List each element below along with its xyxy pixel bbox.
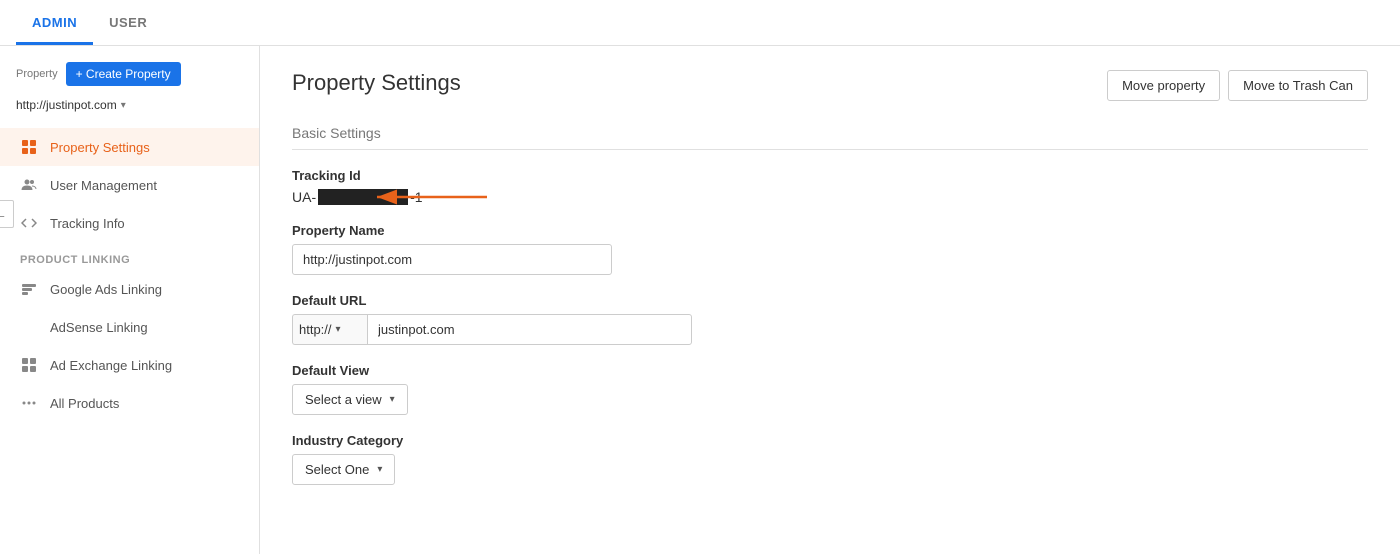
grid-icon (20, 138, 38, 156)
sidebar-item-adsense-linking[interactable]: AdSense Linking (0, 308, 259, 346)
tracking-id-label: Tracking Id (292, 168, 1368, 183)
page-title: Property Settings (292, 70, 461, 96)
top-navigation: ADMIN USER (0, 0, 1400, 46)
adsense-icon (20, 318, 38, 336)
property-settings-label: Property Settings (50, 140, 150, 155)
sidebar-item-google-ads-linking[interactable]: Google Ads Linking (0, 270, 259, 308)
back-button[interactable]: ← (0, 200, 14, 228)
arrow-annotation (367, 182, 497, 212)
sidebar-property-header: Property + Create Property (0, 54, 259, 94)
sidebar-item-tracking-info[interactable]: Tracking Info (0, 204, 259, 242)
property-dropdown-arrow-icon: ▾ (121, 100, 126, 111)
google-ads-linking-label: Google Ads Linking (50, 282, 162, 297)
default-url-group: http:// ▾ (292, 314, 692, 345)
product-linking-section-label: PRODUCT LINKING (0, 242, 259, 270)
industry-category-select-text: Select One (305, 462, 369, 477)
all-products-label: All Products (50, 396, 119, 411)
back-arrow-icon: ← (0, 206, 7, 222)
tracking-info-label: Tracking Info (50, 216, 125, 231)
move-property-button[interactable]: Move property (1107, 70, 1220, 101)
content-header: Property Settings Move property Move to … (292, 70, 1368, 101)
url-protocol-select[interactable]: http:// ▾ (292, 314, 367, 345)
url-protocol-arrow-icon: ▾ (336, 324, 341, 335)
url-protocol-text: http:// (299, 322, 332, 337)
default-view-label: Default View (292, 363, 1368, 378)
default-view-arrow-icon: ▾ (390, 394, 395, 405)
sidebar-item-ad-exchange-linking[interactable]: Ad Exchange Linking (0, 346, 259, 384)
tracking-id-row: UA- -1 (292, 189, 1368, 205)
create-property-button[interactable]: + Create Property (66, 62, 181, 86)
users-icon (20, 176, 38, 194)
main-content: Property Settings Move property Move to … (260, 46, 1400, 554)
exchange-icon (20, 356, 38, 374)
sidebar-item-property-settings[interactable]: Property Settings (0, 128, 259, 166)
property-name-label: Property Name (292, 223, 1368, 238)
url-domain-input[interactable] (367, 314, 692, 345)
adsense-linking-label: AdSense Linking (50, 320, 148, 335)
sidebar-item-all-products[interactable]: All Products (0, 384, 259, 422)
property-dropdown[interactable]: http://justinpot.com ▾ (0, 94, 259, 120)
header-buttons: Move property Move to Trash Can (1107, 70, 1368, 101)
code-icon (20, 214, 38, 232)
sidebar-item-user-management[interactable]: User Management (0, 166, 259, 204)
sidebar-menu: Property Settings User Management (0, 120, 259, 422)
back-button-wrapper: ← (0, 200, 14, 228)
default-view-select[interactable]: Select a view ▾ (292, 384, 408, 415)
property-name-input[interactable] (292, 244, 612, 275)
industry-category-label: Industry Category (292, 433, 1368, 448)
property-dropdown-text: http://justinpot.com (16, 98, 117, 112)
tracking-id-prefix: UA- (292, 189, 316, 205)
basic-settings-section: Basic Settings (292, 125, 1368, 150)
tab-user[interactable]: USER (93, 3, 163, 45)
default-url-label: Default URL (292, 293, 1368, 308)
industry-category-arrow-icon: ▾ (377, 464, 382, 475)
sidebar: Property + Create Property http://justin… (0, 46, 260, 554)
default-view-select-text: Select a view (305, 392, 382, 407)
property-label: Property (16, 68, 58, 80)
move-to-trash-button[interactable]: Move to Trash Can (1228, 70, 1368, 101)
industry-category-select[interactable]: Select One ▾ (292, 454, 395, 485)
user-management-label: User Management (50, 178, 157, 193)
all-products-icon (20, 394, 38, 412)
tab-admin[interactable]: ADMIN (16, 3, 93, 45)
ads-icon (20, 280, 38, 298)
ad-exchange-linking-label: Ad Exchange Linking (50, 358, 172, 373)
main-layout: Property + Create Property http://justin… (0, 46, 1400, 554)
